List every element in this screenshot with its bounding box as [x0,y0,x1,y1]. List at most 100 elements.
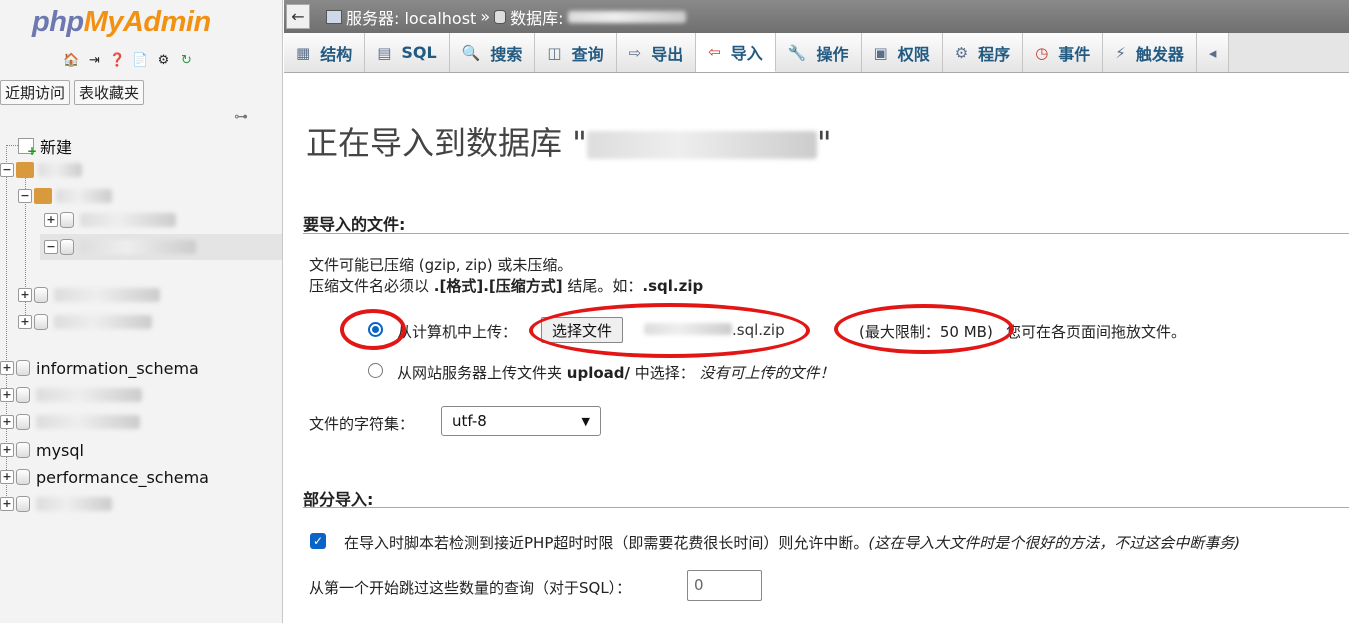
home-icon[interactable]: 🏠 [62,51,81,70]
redacted-name [36,415,140,429]
collapse-nav-button[interactable]: ← [286,4,310,29]
expand-icon[interactable]: + [0,388,14,402]
breadcrumb-server[interactable]: 服务器: localhost [346,5,476,29]
annotation-circle-file [529,303,810,358]
database-icon [16,496,30,512]
folder-icon [16,162,34,178]
annotation-circle-limit [834,304,1014,354]
tab-query[interactable]: ◫ 查询 [535,33,617,72]
favorites-tab[interactable]: 表收藏夹 [74,80,145,105]
collapse-icon[interactable]: − [18,189,32,203]
database-icon [16,360,30,376]
link-icon[interactable]: ⊶ [234,109,248,125]
expand-icon[interactable]: + [18,315,32,329]
annotation-circle-radio [340,309,406,350]
reload-icon[interactable]: ↻ [177,51,196,70]
tab-triggers[interactable]: ⚡ 触发器 [1103,33,1197,72]
docs-icon[interactable]: 📄 [131,51,150,70]
breadcrumb: 服务器: localhost » 数据库: [326,5,686,29]
tree-db[interactable]: + [0,493,112,515]
database-icon [16,414,30,430]
logout-icon[interactable]: ⇥ [85,51,104,70]
tree-new-item[interactable]: 新建 [18,135,72,158]
new-db-icon [18,138,37,158]
tab-export[interactable]: ⇨ 导出 [616,33,697,72]
search-icon: 🔍 [461,43,481,62]
redacted-name [38,163,82,177]
folder-icon [34,188,52,204]
expand-icon[interactable]: + [0,497,14,511]
redacted-name [36,388,142,402]
allow-interrupt-checkbox[interactable]: ✓ [310,533,326,549]
database-icon [494,9,507,24]
navigation-panel: phpMyAdmin 🏠 ⇥ ❓ 📄 ⚙ ↻ 近期访问 表收藏夹 ⊶ 新建 − … [0,0,283,623]
help-icon[interactable]: ❓ [108,51,127,70]
privileges-icon: ▣ [873,43,888,62]
collapse-icon[interactable]: − [44,240,58,254]
breadcrumb-database[interactable]: 数据库: [510,5,563,29]
tree-db[interactable]: + [0,384,142,406]
tree-db-mysql[interactable]: + mysql [0,439,84,461]
expand-icon[interactable]: + [0,443,14,457]
collapse-icon[interactable]: − [0,163,14,177]
divider [303,507,1349,508]
tab-search[interactable]: 🔍 搜索 [449,33,536,72]
tree-db-group-2[interactable]: − [18,185,112,207]
upload-server-label: 从网站服务器上传文件夹 upload/ 中选择： 没有可上传的文件！ [397,364,835,382]
more-icon: ◂ [1208,43,1217,62]
tree-db-information-schema[interactable]: + information_schema [0,357,199,379]
wrench-icon: 🔧 [787,43,807,62]
tab-sql[interactable]: ▤ SQL [365,33,450,72]
phpmyadmin-logo[interactable]: phpMyAdmin [32,6,211,39]
redacted-name [36,497,112,511]
skip-queries-input[interactable]: 0 [687,570,762,601]
redacted-name [56,189,112,203]
charset-select[interactable]: utf-8 ▼ [441,406,601,436]
routines-icon: ⚙ [954,43,969,62]
file-section-heading: 要导入的文件: [303,215,406,234]
tab-privileges[interactable]: ▣ 权限 [861,33,943,72]
chevron-down-icon: ▼ [581,414,590,428]
compression-format-note: 压缩文件名必须以 .[格式].[压缩方式] 结尾。如：.sql.zip [309,277,704,295]
tab-more[interactable]: ◂ [1196,33,1230,72]
server-icon [326,9,342,24]
expand-icon[interactable]: + [44,213,58,227]
expand-icon[interactable]: + [0,415,14,429]
database-icon [16,387,30,403]
query-icon: ◫ [547,43,562,62]
breadcrumb-bar: ← 服务器: localhost » 数据库: [284,0,1349,33]
tree-db-group-1[interactable]: − [0,159,82,181]
main-content: ← 服务器: localhost » 数据库: ▦ 结构 ▤ SQL 🔍 搜索 ◫ 查询… [284,0,1349,623]
tree-db[interactable]: + [18,284,160,306]
tree-db[interactable]: + [18,311,152,333]
tree-db-selected[interactable]: − [44,236,196,258]
divider [303,233,1349,234]
recent-tab[interactable]: 近期访问 [0,80,71,105]
skip-queries-label: 从第一个开始跳过这些数量的查询（对于SQL）： [309,579,632,597]
redacted-name [80,213,176,227]
export-icon: ⇨ [628,43,642,62]
expand-icon[interactable]: + [0,361,14,375]
tree-db[interactable]: + [0,411,140,433]
database-icon [34,314,48,330]
page-title: 正在导入到数据库 " " [306,124,832,162]
tab-structure[interactable]: ▦ 结构 [284,33,366,72]
database-icon [34,287,48,303]
database-icon [60,212,74,228]
expand-icon[interactable]: + [0,470,14,484]
redacted-name [567,10,686,23]
tab-events[interactable]: ◷ 事件 [1023,33,1104,72]
expand-icon[interactable]: + [18,288,32,302]
redacted-name [54,288,160,302]
tab-import[interactable]: ⇦ 导入 [696,33,776,72]
charset-label: 文件的字符集： [309,415,415,433]
tree-db-performance-schema[interactable]: + performance_schema [0,466,209,488]
tab-operations[interactable]: 🔧 操作 [775,33,862,72]
tab-routines[interactable]: ⚙ 程序 [942,33,1024,72]
upload-server-radio[interactable] [368,363,383,378]
redacted-name [80,240,196,254]
tree-db[interactable]: + [44,209,176,231]
drag-drop-hint: 您可在各页面间拖放文件。 [1006,323,1187,341]
gear-icon[interactable]: ⚙ [154,51,173,70]
upload-local-label: 从计算机中上传： [397,323,518,341]
